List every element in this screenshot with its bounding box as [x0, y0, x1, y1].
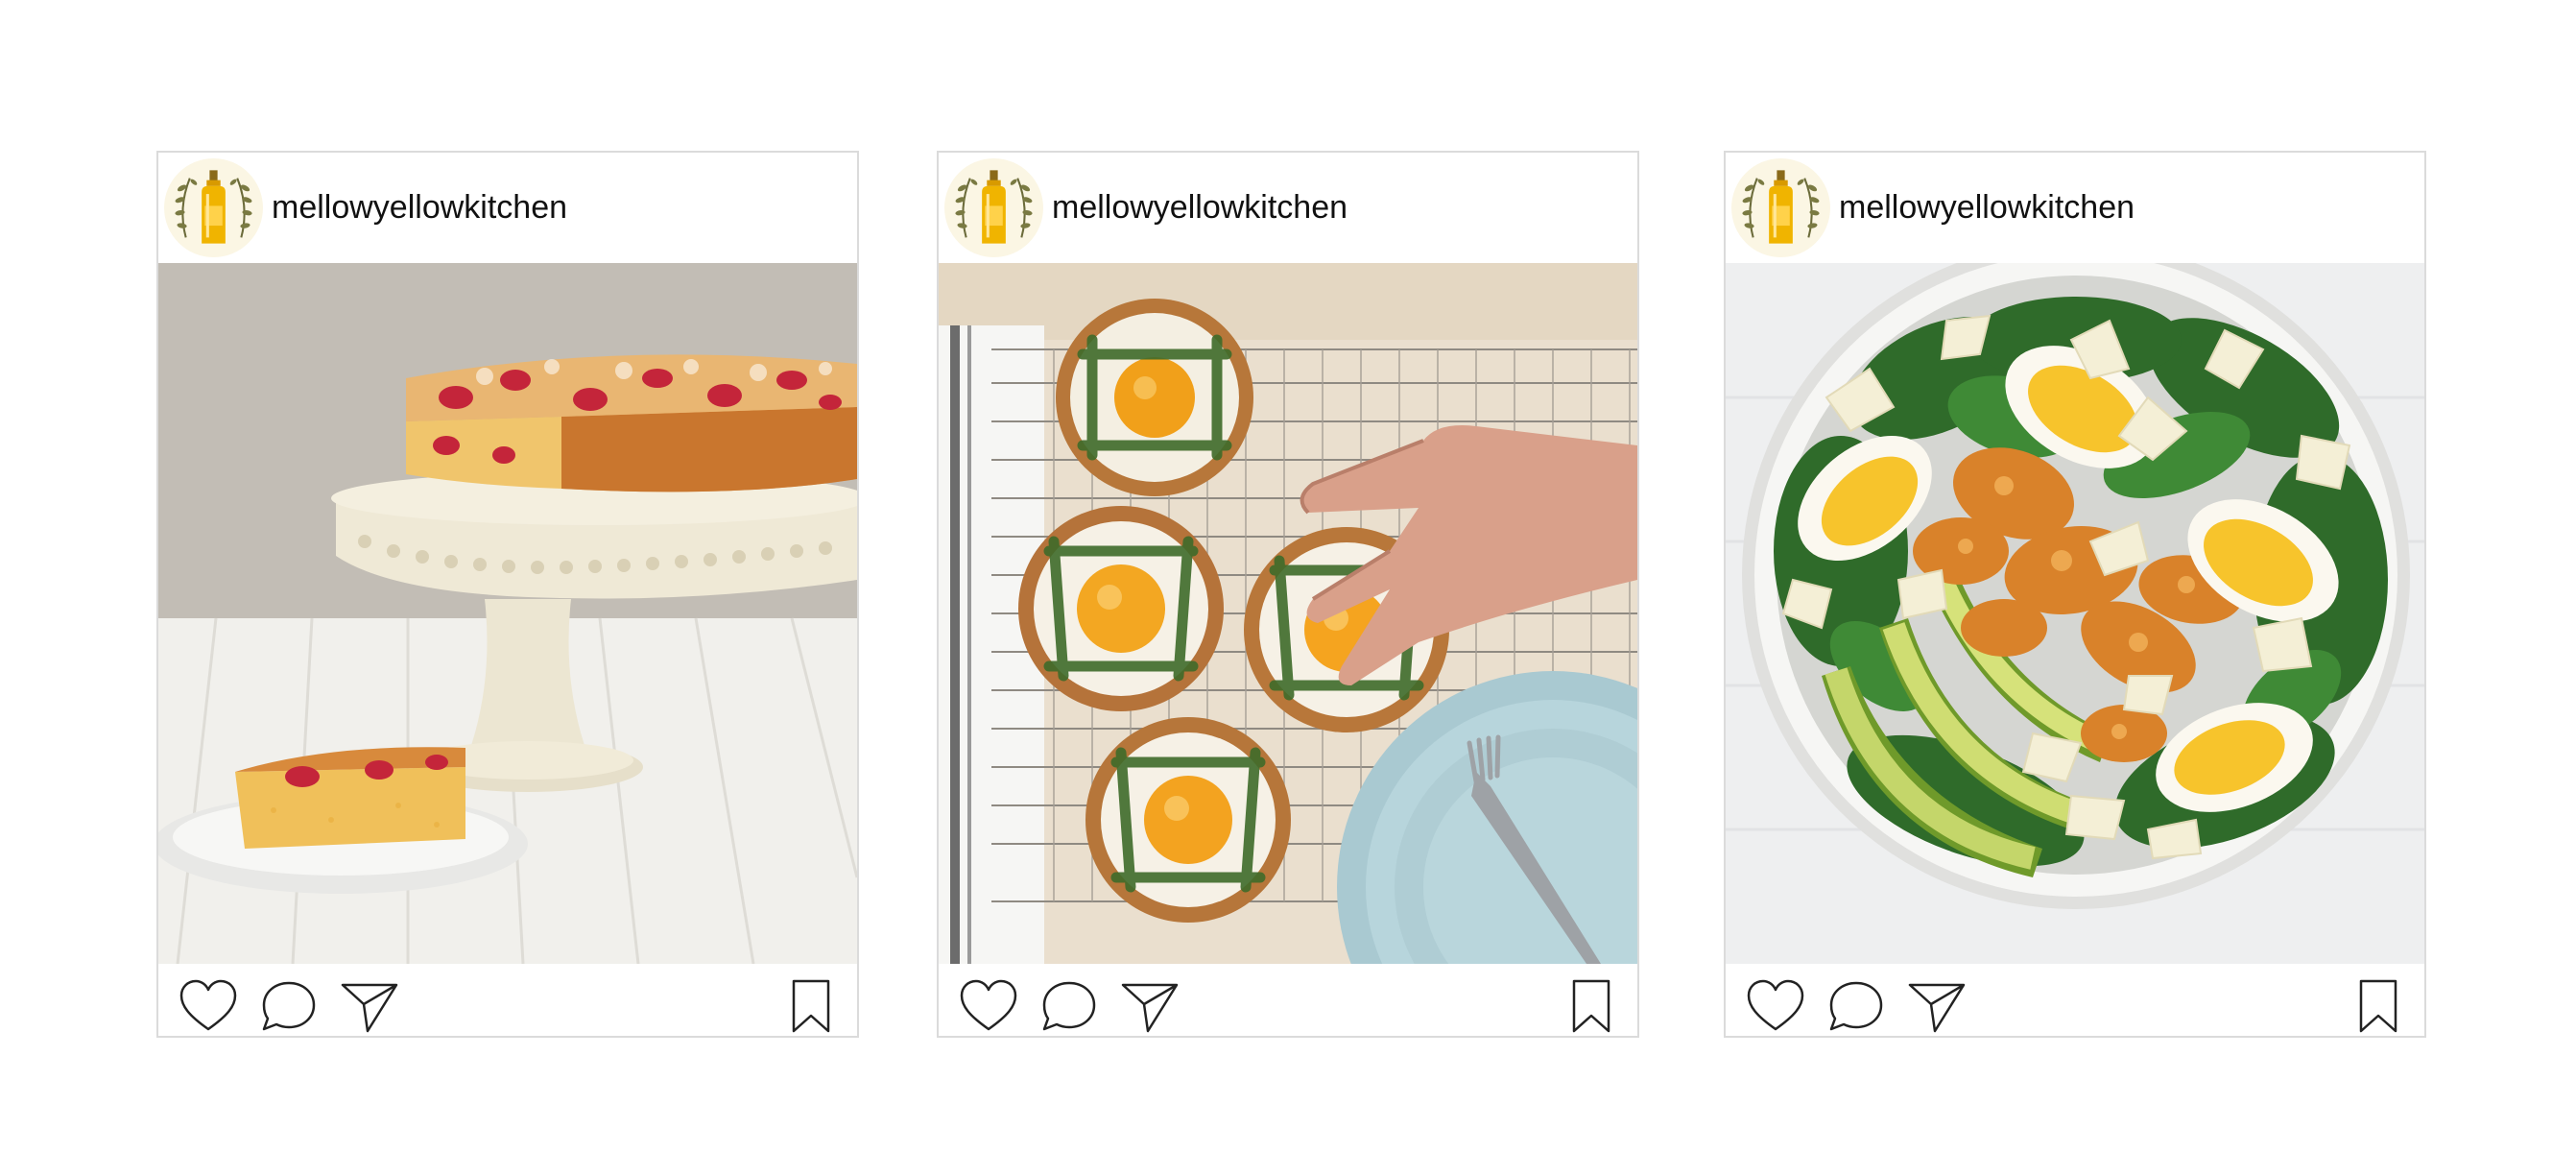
bookmark-icon[interactable] — [780, 977, 842, 1035]
post-header: mellowyellowkitchen — [158, 153, 857, 263]
comment-icon[interactable] — [258, 977, 320, 1035]
post-actions — [939, 964, 1637, 1036]
username[interactable]: mellowyellowkitchen — [272, 153, 567, 263]
share-icon[interactable] — [1906, 977, 1968, 1035]
username[interactable]: mellowyellowkitchen — [1839, 153, 2135, 263]
post-actions — [158, 964, 857, 1036]
avatar[interactable] — [1731, 158, 1830, 257]
post-image-chicken-salad[interactable] — [1726, 263, 2424, 964]
post-image-egg-tartlets[interactable] — [939, 263, 1637, 964]
bookmark-icon[interactable] — [2348, 977, 2409, 1035]
heart-icon[interactable] — [1745, 977, 1806, 1035]
username[interactable]: mellowyellowkitchen — [1052, 153, 1348, 263]
avatar[interactable] — [164, 158, 263, 257]
avatar[interactable] — [944, 158, 1043, 257]
bookmark-icon[interactable] — [1561, 977, 1622, 1035]
post-header: mellowyellowkitchen — [939, 153, 1637, 263]
post-card-2: mellowyellowkitchen — [937, 151, 1639, 1038]
post-card-1: mellowyellowkitchen — [156, 151, 859, 1038]
post-header: mellowyellowkitchen — [1726, 153, 2424, 263]
share-icon[interactable] — [339, 977, 400, 1035]
post-actions — [1726, 964, 2424, 1036]
comment-icon[interactable] — [1825, 977, 1887, 1035]
share-icon[interactable] — [1119, 977, 1181, 1035]
heart-icon[interactable] — [958, 977, 1019, 1035]
comment-icon[interactable] — [1038, 977, 1100, 1035]
post-image-strawberry-cake[interactable] — [158, 263, 857, 964]
post-card-3: mellowyellowkitchen — [1724, 151, 2426, 1038]
heart-icon[interactable] — [178, 977, 239, 1035]
